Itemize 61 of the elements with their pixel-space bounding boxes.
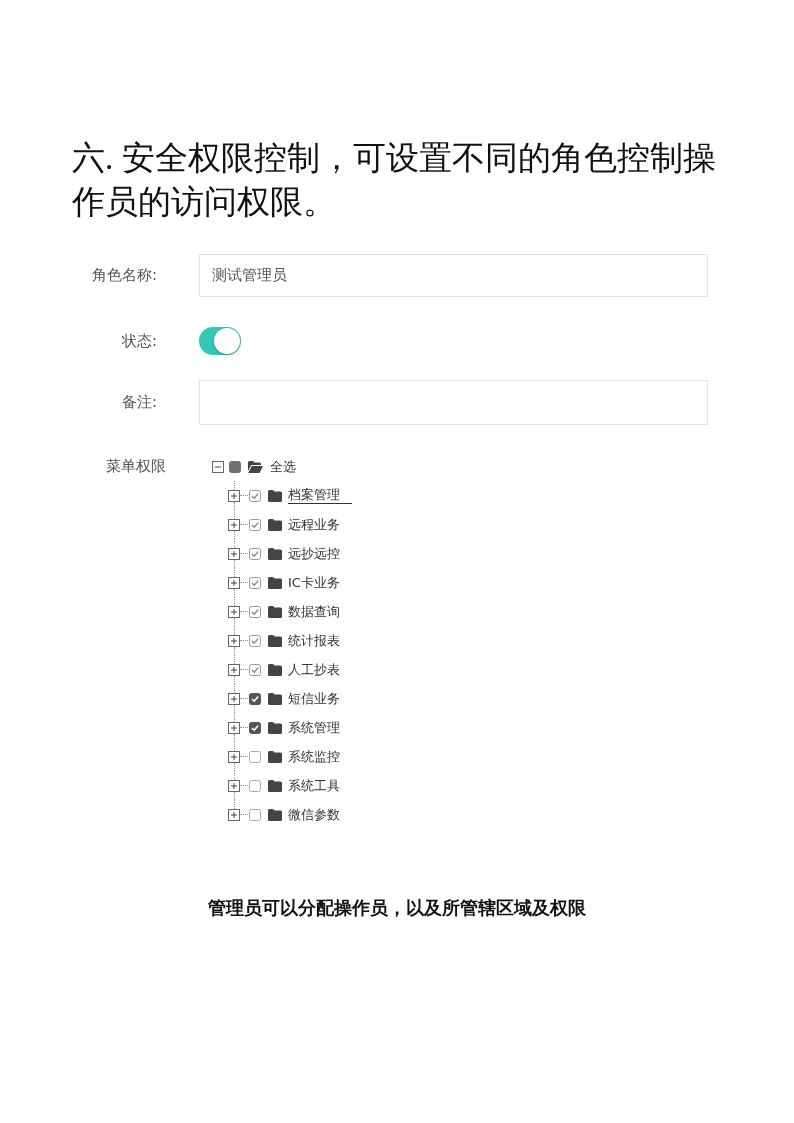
checkbox-icon[interactable] (249, 518, 261, 531)
tree-node-label[interactable]: 系统工具 (288, 777, 340, 794)
caption: 管理员可以分配操作员，以及所管辖区域及权限 (207, 896, 587, 920)
checkbox-icon[interactable] (249, 605, 261, 618)
tree-node-label[interactable]: 数据查询 (288, 603, 340, 620)
plus-box-icon[interactable] (228, 750, 240, 763)
plus-box-icon[interactable] (228, 547, 240, 560)
plus-box-icon[interactable] (228, 779, 240, 792)
plus-box-icon[interactable] (228, 605, 240, 618)
folder-icon (268, 808, 282, 821)
filled-square-checkbox-icon[interactable] (229, 460, 241, 473)
folder-icon (268, 605, 282, 618)
plus-box-icon[interactable] (228, 721, 240, 734)
plus-box-icon[interactable] (228, 634, 240, 647)
tree-node-label[interactable]: 远程业务 (288, 516, 340, 533)
status-toggle[interactable] (199, 327, 241, 355)
folder-icon (268, 750, 282, 763)
section-heading: 六. 安全权限控制，可设置不同的角色控制操作员的访问权限。 (72, 139, 717, 222)
tree-node-label[interactable]: 全选 (270, 458, 296, 475)
plus-box-icon[interactable] (228, 692, 240, 705)
tree-node-label[interactable]: 短信业务 (288, 690, 340, 707)
tree-node-label[interactable]: 统计报表 (288, 632, 340, 649)
checkbox-icon[interactable] (249, 634, 261, 647)
folder-icon (268, 634, 282, 647)
checkbox-icon[interactable] (249, 489, 261, 502)
folder-icon (268, 576, 282, 589)
remarks-input[interactable] (199, 380, 708, 425)
plus-box-icon[interactable] (228, 576, 240, 589)
plus-box-icon[interactable] (228, 489, 240, 502)
folder-icon (268, 663, 282, 676)
tree-node-label[interactable]: 远抄远控 (288, 545, 340, 562)
tree-node-label[interactable]: 人工抄表 (288, 661, 340, 678)
folder-icon (268, 692, 282, 705)
field-label: 菜单权限 (106, 456, 166, 478)
field-label: 角色名称: (90, 265, 157, 287)
plus-box-icon[interactable] (228, 808, 240, 821)
role-name-input[interactable]: 测试管理员 (199, 254, 708, 297)
field-label: 备注: (120, 392, 157, 414)
plus-box-icon[interactable] (228, 518, 240, 531)
tree-node-label[interactable]: IC卡业务 (288, 574, 340, 591)
plus-box-icon[interactable] (228, 663, 240, 676)
checkbox-icon[interactable] (249, 692, 261, 705)
tree-node-label[interactable]: 档案管理 (288, 487, 352, 504)
open-folder-icon (248, 460, 263, 473)
checkbox-icon[interactable] (249, 721, 261, 734)
tree-node-label[interactable]: 微信参数 (288, 806, 340, 823)
tree-node-label[interactable]: 系统管理 (288, 719, 340, 736)
checkbox-icon[interactable] (249, 547, 261, 560)
checkbox-icon[interactable] (249, 779, 261, 792)
minus-box-icon[interactable] (212, 460, 224, 473)
folder-icon (268, 779, 282, 792)
checkbox-icon[interactable] (249, 663, 261, 676)
folder-icon (268, 489, 282, 502)
checkbox-icon[interactable] (249, 576, 261, 589)
folder-icon (268, 518, 282, 531)
tree-node-label[interactable]: 系统监控 (288, 748, 340, 765)
checkbox-icon[interactable] (249, 750, 261, 763)
checkbox-icon[interactable] (249, 808, 261, 821)
folder-icon (268, 547, 282, 560)
folder-icon (268, 721, 282, 734)
field-label: 状态: (120, 330, 157, 352)
